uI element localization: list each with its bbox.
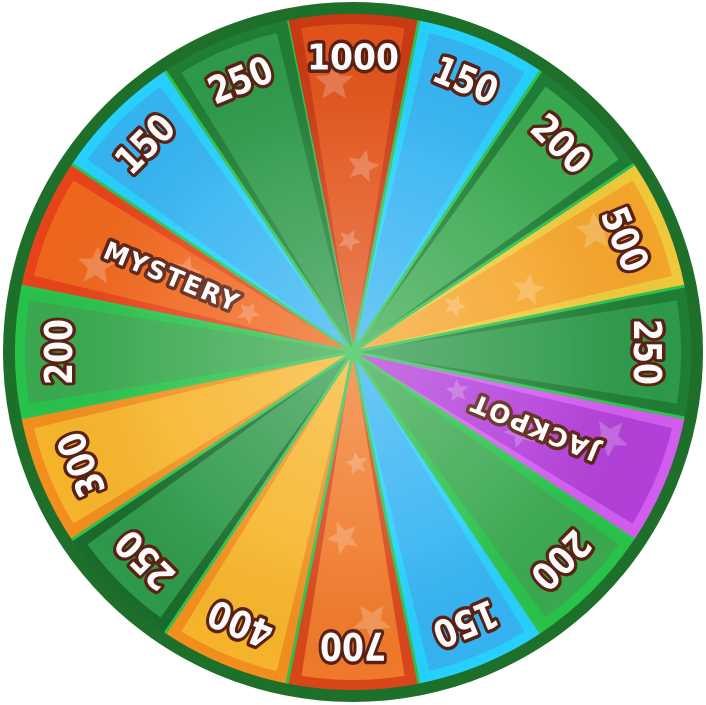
- segment-label: 700: [320, 624, 386, 668]
- segment-label: 200: [37, 319, 81, 385]
- segment-label-group: 700: [317, 621, 390, 672]
- segment-label-group: 200: [34, 316, 85, 389]
- prize-wheel[interactable]: 1000 150200500250JACKPOT20015070040025030…: [0, 0, 706, 705]
- wheel-hub: [349, 348, 357, 356]
- segment-label: 250: [625, 319, 669, 385]
- segment-label: 1000: [307, 38, 399, 79]
- segment-label-group: 250: [622, 316, 673, 389]
- segment-label-group: 1000: [304, 34, 403, 82]
